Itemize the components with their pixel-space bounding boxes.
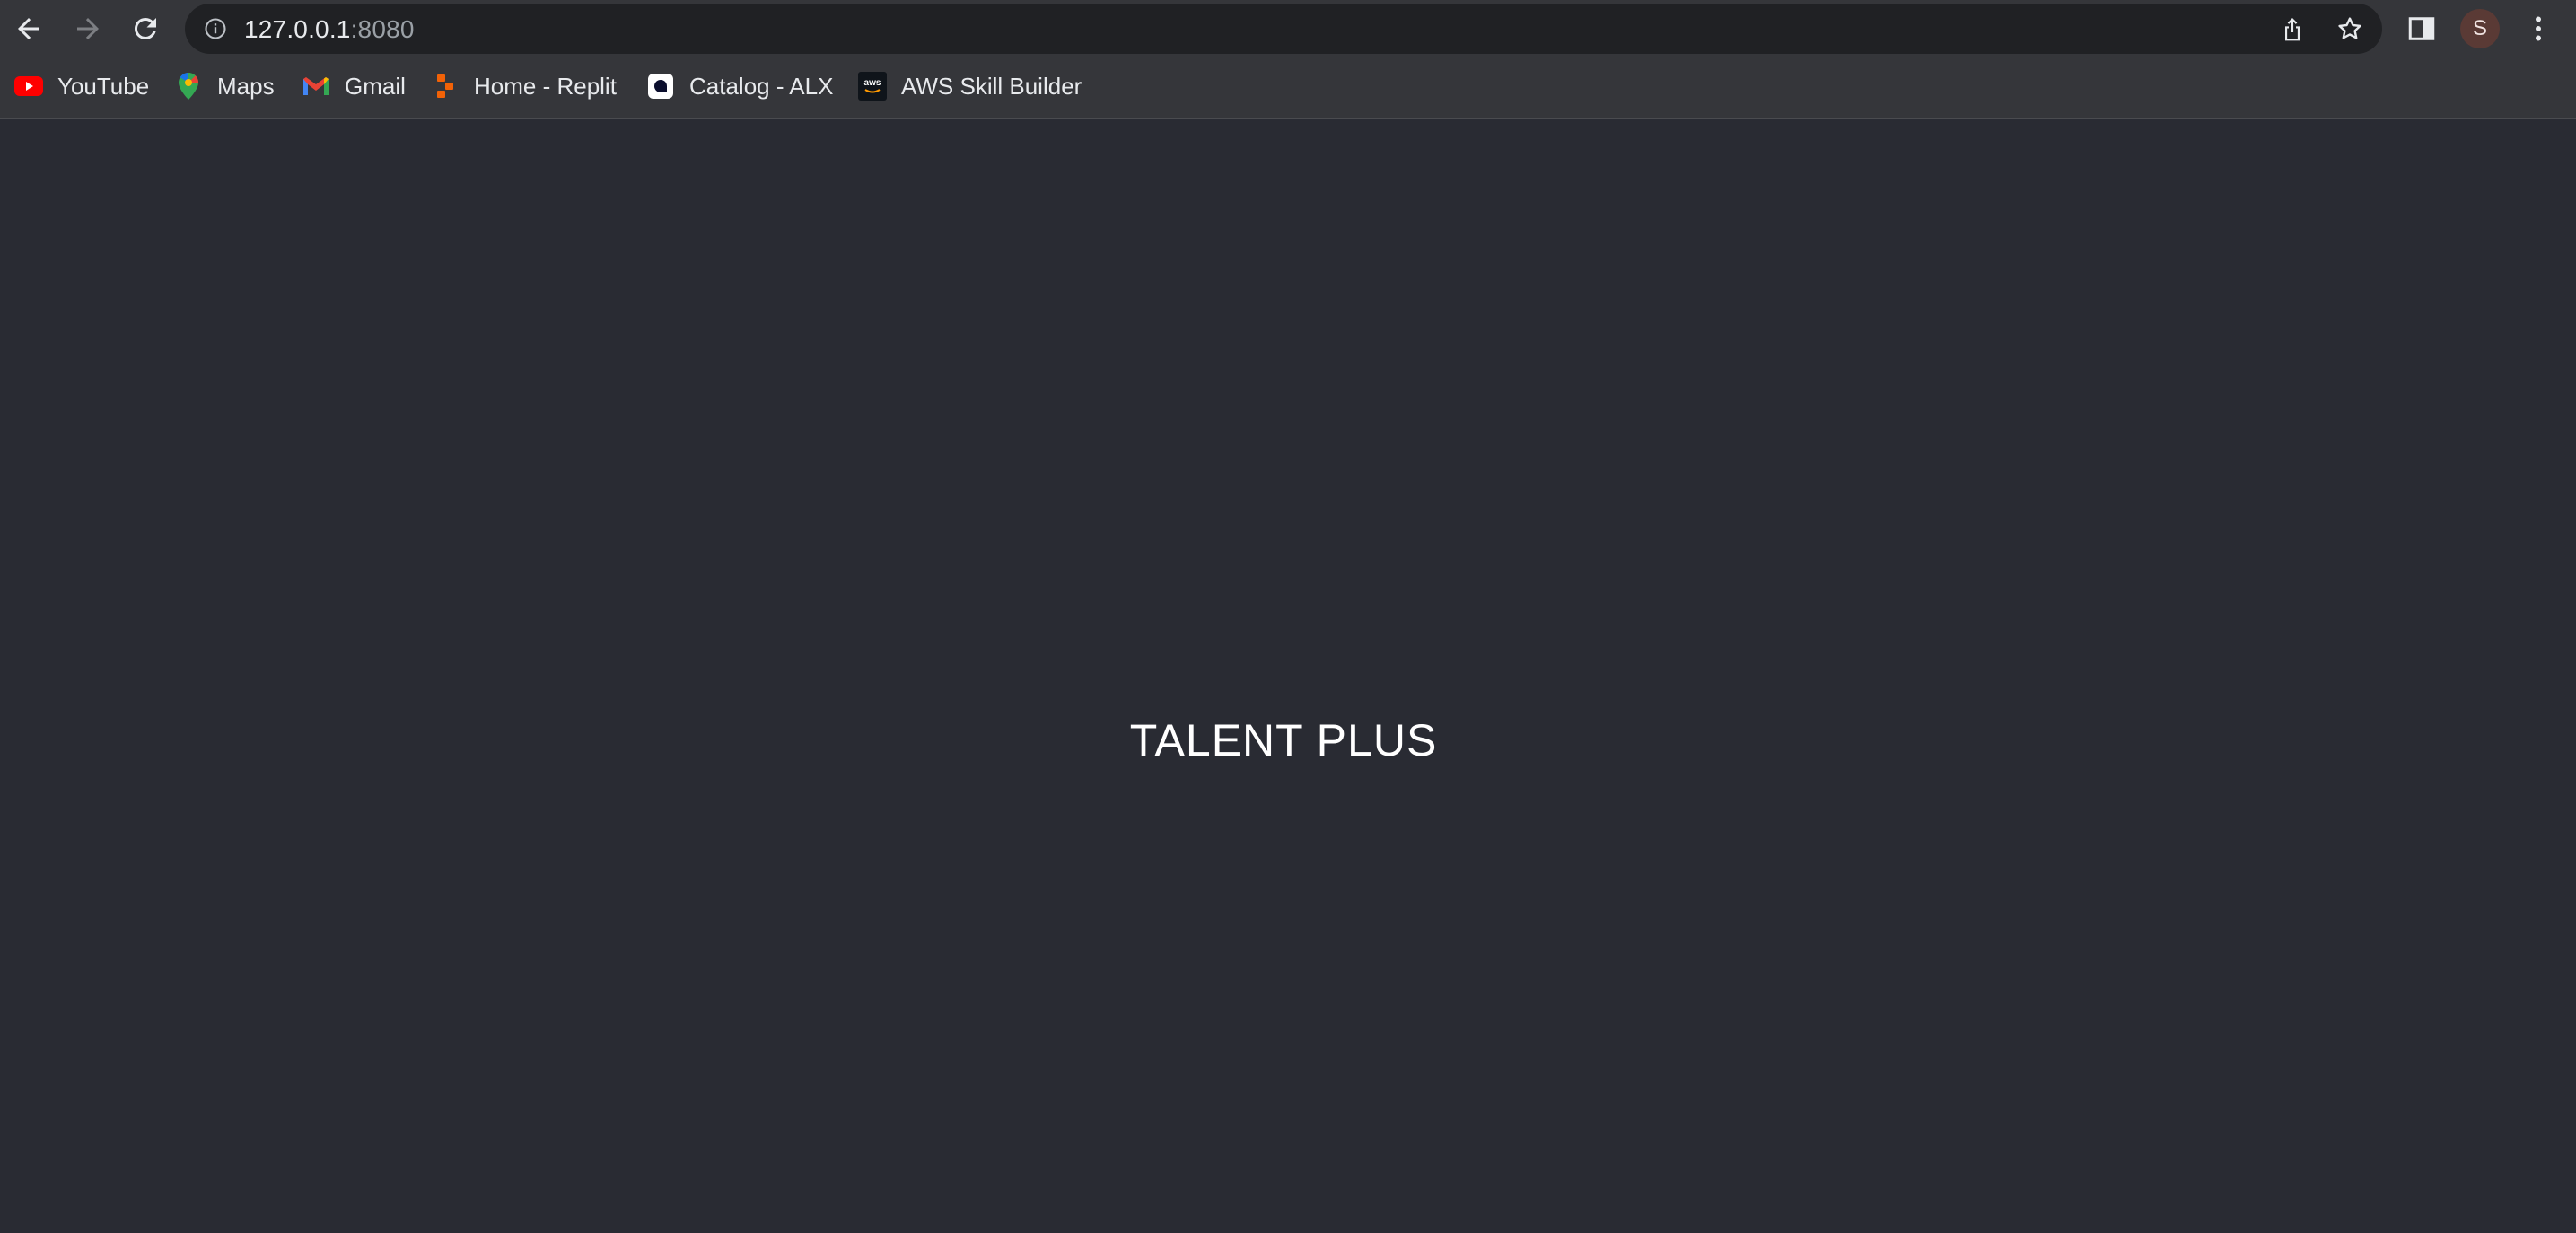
address-bar[interactable]: 127.0.0.1:8080 <box>185 4 2382 54</box>
bookmark-label: AWS Skill Builder <box>901 72 1082 100</box>
bookmark-alx[interactable]: Catalog - ALX <box>646 68 833 104</box>
share-icon <box>2285 18 2300 41</box>
bookmark-label: Catalog - ALX <box>689 72 834 100</box>
star-icon <box>2338 17 2361 39</box>
svg-text:aws: aws <box>864 78 881 88</box>
arrow-right-icon <box>77 18 99 39</box>
gmail-icon <box>302 72 330 101</box>
page-content: TALENT PLUS <box>0 121 2576 1233</box>
arrow-left-icon <box>18 18 39 39</box>
url-host: 127.0.0.1 <box>244 15 351 43</box>
bookmark-replit[interactable]: Home - Replit <box>431 68 617 104</box>
bookmark-gmail[interactable]: Gmail <box>302 68 406 104</box>
browser-toolbar: 127.0.0.1:8080 S <box>0 0 2576 57</box>
url-text: 127.0.0.1:8080 <box>244 15 415 44</box>
back-button[interactable] <box>9 9 48 48</box>
info-icon[interactable] <box>203 16 228 41</box>
browser-chrome: 127.0.0.1:8080 S YouTube Maps Gmail Home… <box>0 0 2576 119</box>
bookmark-label: Gmail <box>345 72 406 100</box>
bookmark-label: Maps <box>217 72 275 100</box>
replit-icon <box>431 72 460 101</box>
share-button[interactable] <box>2278 14 2307 43</box>
bookmark-label: Home - Replit <box>474 72 617 100</box>
forward-button[interactable] <box>68 9 108 48</box>
youtube-icon <box>14 72 43 101</box>
profile-avatar[interactable]: S <box>2460 9 2500 48</box>
bookmark-aws[interactable]: aws AWS Skill Builder <box>858 68 1082 104</box>
bookmark-label: YouTube <box>57 72 150 100</box>
page-title: TALENT PLUS <box>1129 715 1438 765</box>
aws-icon: aws <box>858 72 887 101</box>
alx-icon <box>646 72 675 101</box>
bookmarks-bar: YouTube Maps Gmail Home - Replit Catalog… <box>0 65 2576 109</box>
reload-icon <box>134 17 156 39</box>
more-options-icon[interactable] <box>2522 11 2554 47</box>
side-panel-icon[interactable] <box>2405 13 2438 45</box>
bookmark-youtube[interactable]: YouTube <box>14 68 149 104</box>
reload-button[interactable] <box>126 9 165 48</box>
maps-icon <box>174 72 203 101</box>
bookmark-maps[interactable]: Maps <box>174 68 275 104</box>
bookmark-star-button[interactable] <box>2335 14 2364 43</box>
url-port: :8080 <box>350 15 415 43</box>
